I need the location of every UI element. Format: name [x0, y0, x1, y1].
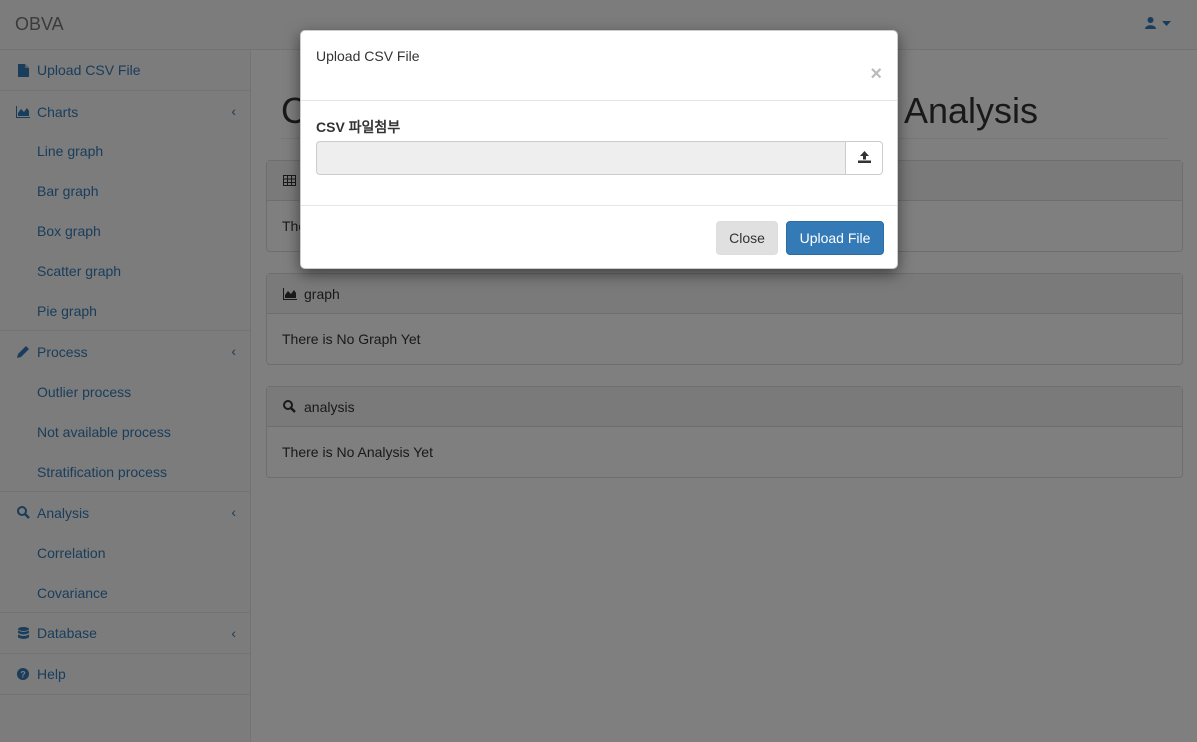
upload-icon	[857, 150, 871, 166]
upload-file-button[interactable]: Upload File	[786, 221, 884, 255]
upload-csv-modal: Upload CSV File × CSV 파일첨부 Close Upload …	[300, 30, 898, 269]
modal-footer: Close Upload File	[301, 205, 897, 270]
csv-file-input[interactable]	[316, 141, 846, 175]
modal-header: Upload CSV File ×	[301, 31, 897, 101]
close-button[interactable]: Close	[716, 221, 778, 255]
modal-body: CSV 파일첨부	[301, 101, 897, 205]
browse-file-button[interactable]	[845, 141, 883, 175]
close-icon[interactable]: ×	[870, 64, 882, 84]
csv-attachment-label: CSV 파일첨부	[316, 119, 401, 135]
modal-title: Upload CSV File	[316, 48, 420, 64]
